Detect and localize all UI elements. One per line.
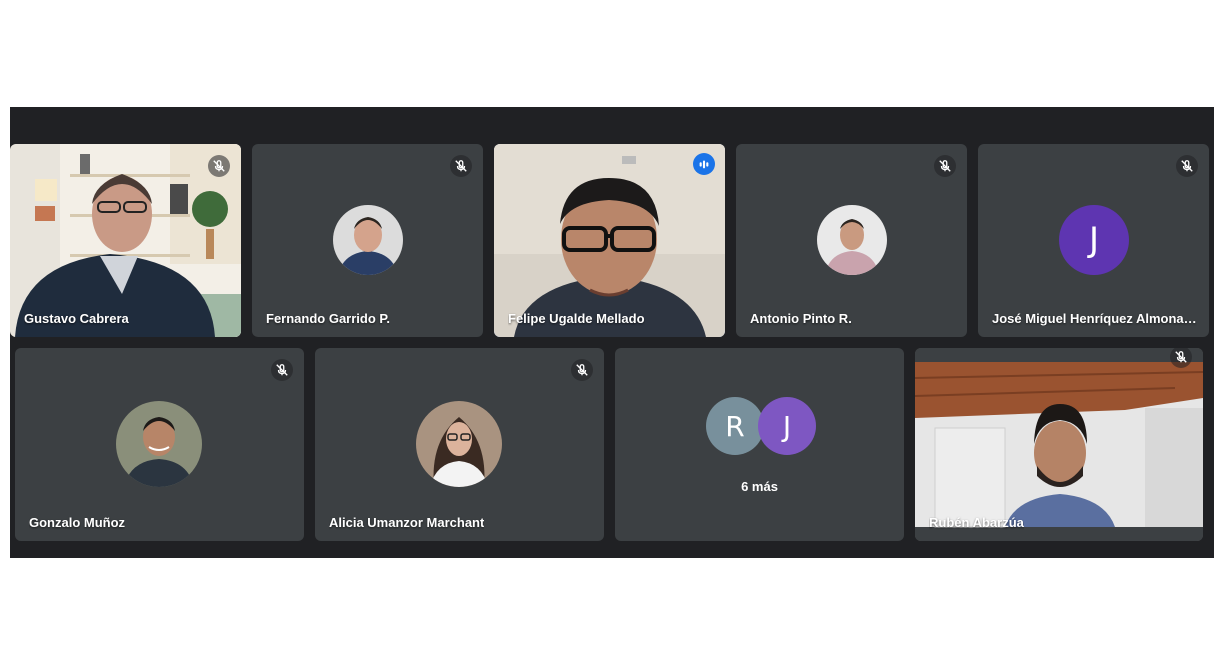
participant-tile-ruben[interactable]: Rubén Abarzúa xyxy=(915,348,1203,541)
participant-tile-alicia[interactable]: Alicia Umanzor Marchant xyxy=(315,348,604,541)
participant-tile-gustavo[interactable]: Gustavo Cabrera xyxy=(10,144,241,337)
participant-avatar xyxy=(416,401,502,487)
participant-avatar xyxy=(333,205,403,275)
participant-name: Rubén Abarzúa xyxy=(929,515,1024,530)
participant-tile-gonzalo[interactable]: Gonzalo Muñoz xyxy=(15,348,304,541)
participant-name: Gonzalo Muñoz xyxy=(29,515,126,530)
overflow-initial-avatar: J xyxy=(758,397,816,455)
mic-off-icon xyxy=(450,155,472,177)
overflow-participants-tile[interactable]: R J 6 más xyxy=(615,348,904,541)
participant-tile-fernando[interactable]: Fernando Garrido P. xyxy=(252,144,483,337)
participant-initial-avatar: J xyxy=(1059,205,1129,275)
more-participants-label: 6 más xyxy=(741,479,778,494)
participant-tile-jose-miguel[interactable]: J José Miguel Henríquez Almonac... xyxy=(978,144,1209,337)
mic-off-icon xyxy=(934,155,956,177)
participant-name: Felipe Ugalde Mellado xyxy=(508,311,645,326)
meeting-grid: Gustavo Cabrera Fernando Garrido P. Feli… xyxy=(10,107,1214,558)
participant-avatar xyxy=(116,401,202,487)
participant-name: Antonio Pinto R. xyxy=(750,311,852,326)
mic-off-icon xyxy=(271,359,293,381)
participant-avatar xyxy=(817,205,887,275)
video-feed xyxy=(494,144,725,337)
participant-tile-felipe[interactable]: Felipe Ugalde Mellado xyxy=(494,144,725,337)
mic-off-icon xyxy=(208,155,230,177)
video-feed xyxy=(10,144,241,337)
speaking-indicator-icon xyxy=(693,153,715,175)
participant-tile-antonio[interactable]: Antonio Pinto R. xyxy=(736,144,967,337)
mic-off-icon xyxy=(1176,155,1198,177)
participant-name: José Miguel Henríquez Almonac... xyxy=(992,311,1197,326)
overflow-initial-avatar: R xyxy=(706,397,764,455)
participant-name: Gustavo Cabrera xyxy=(24,311,129,326)
mic-off-icon xyxy=(571,359,593,381)
video-feed xyxy=(915,348,1203,541)
participant-name: Alicia Umanzor Marchant xyxy=(329,515,485,530)
participant-name: Fernando Garrido P. xyxy=(266,311,391,326)
